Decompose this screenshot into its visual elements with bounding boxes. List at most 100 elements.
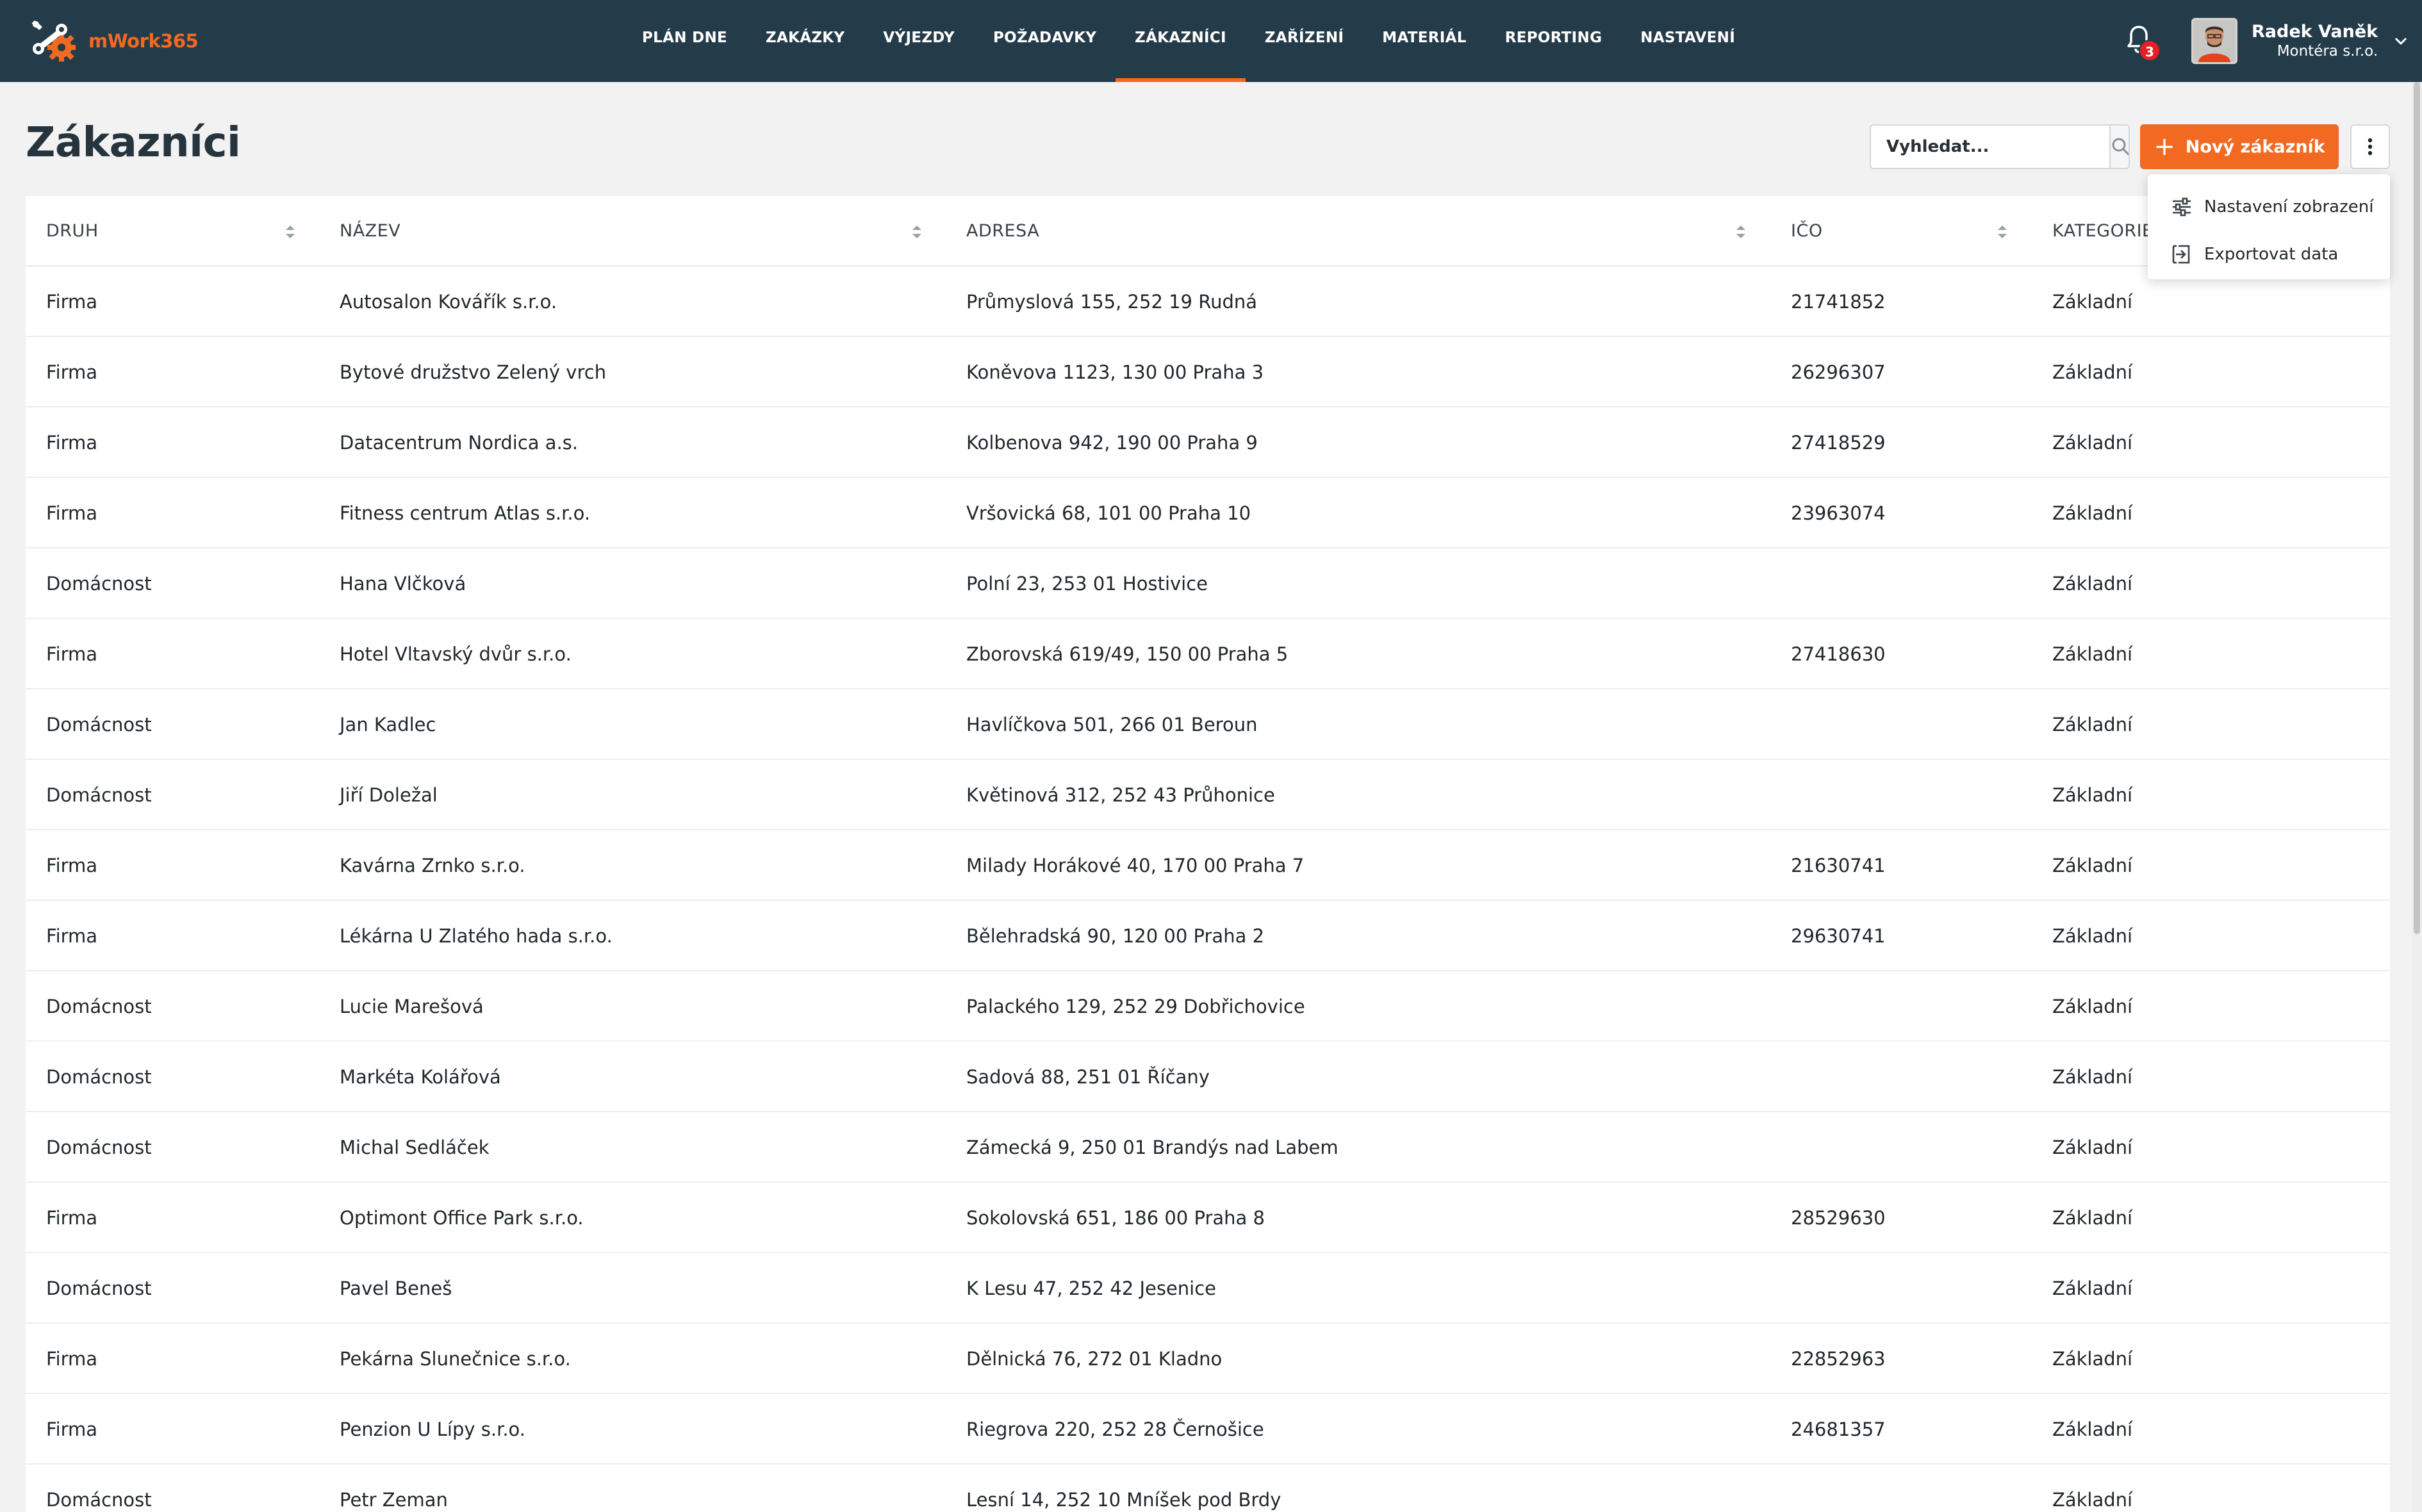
cell-nazev: Lékárna U Zlatého hada s.r.o. — [340, 925, 613, 947]
sort-icon[interactable] — [1734, 223, 1748, 241]
cell-adresa: Květinová 312, 252 43 Průhonice — [966, 784, 1275, 806]
table-row[interactable]: Domácnost Jan Kadlec Havlíčkova 501, 266 0… — [26, 689, 2390, 760]
cell-nazev: Penzion U Lípy s.r.o. — [340, 1418, 525, 1440]
table-row[interactable]: Firma Bytové družstvo Zelený vrch Koněvova… — [26, 337, 2390, 407]
cell-druh: Domácnost — [46, 1489, 152, 1511]
table-row[interactable]: Domácnost Petr Zeman Lesní 14, 252 10 Mníš… — [26, 1465, 2390, 1512]
cell-ico: 21630741 — [1791, 855, 1886, 876]
cell-kategorie: Základní — [2052, 643, 2133, 665]
cell-druh: Firma — [46, 502, 98, 524]
app-logo[interactable]: mWork365 — [31, 18, 199, 64]
customers-table: DRUH NÁZEV ADRESA IČO KATEGORIE Firma Aut… — [26, 196, 2390, 1512]
cell-adresa: Sadová 88, 251 01 Říčany — [966, 1066, 1210, 1088]
column-header-adresa[interactable]: ADRESA — [966, 196, 1039, 267]
cell-nazev: Petr Zeman — [340, 1489, 448, 1511]
table-row[interactable]: Domácnost Jiří Doležal Květinová 312, 252 … — [26, 760, 2390, 830]
app-name: mWork365 — [88, 30, 199, 52]
new-customer-button[interactable]: + Nový zákazník — [2140, 124, 2339, 169]
cell-kategorie: Základní — [2052, 784, 2133, 806]
table-row[interactable]: Firma Datacentrum Nordica a.s. Kolbenova 9… — [26, 407, 2390, 478]
table-row[interactable]: Firma Penzion U Lípy s.r.o. Riegrova 220, … — [26, 1394, 2390, 1465]
cell-nazev: Fitness centrum Atlas s.r.o. — [340, 502, 591, 524]
cell-ico: 27418630 — [1791, 643, 1886, 665]
menu-item-label: Nastavení zobrazení — [2204, 197, 2374, 217]
sort-icon[interactable] — [910, 223, 924, 241]
notification-count-badge: 3 — [2139, 40, 2161, 62]
more-options-button[interactable] — [2350, 124, 2390, 169]
cell-nazev: Pekárna Slunečnice s.r.o. — [340, 1348, 571, 1370]
cell-kategorie: Základní — [2052, 1489, 2133, 1511]
search-input[interactable] — [1871, 126, 2109, 168]
nav-plan-dne[interactable]: PLÁN DNE — [623, 0, 746, 82]
table-row[interactable]: Firma Fitness centrum Atlas s.r.o. Vršovic… — [26, 478, 2390, 548]
nav-zakaznici[interactable]: ZÁKAZNÍCI — [1116, 0, 1246, 82]
page-scrollbar[interactable] — [2412, 82, 2422, 1512]
table-row[interactable]: Domácnost Hana Vlčková Polní 23, 253 01 Ho… — [26, 548, 2390, 619]
cell-nazev: Kavárna Zrnko s.r.o. — [340, 855, 525, 876]
menu-item-export-data[interactable]: Exportovat data — [2148, 231, 2390, 278]
page-title: Zákazníci — [26, 119, 241, 167]
sort-icon[interactable] — [283, 223, 297, 241]
table-row[interactable]: Firma Kavárna Zrnko s.r.o. Milady Horákové… — [26, 830, 2390, 901]
sliders-icon — [2173, 197, 2191, 217]
table-row[interactable]: Domácnost Lucie Marešová Palackého 129, 25… — [26, 971, 2390, 1042]
nav-nastaveni[interactable]: NASTAVENÍ — [1621, 0, 1754, 82]
nav-vyjezdy[interactable]: VÝJEZDY — [864, 0, 974, 82]
cell-kategorie: Základní — [2052, 291, 2133, 313]
cell-adresa: Havlíčkova 501, 266 01 Beroun — [966, 714, 1258, 735]
column-header-ico[interactable]: IČO — [1791, 196, 1823, 267]
cell-kategorie: Základní — [2052, 573, 2133, 595]
nav-reporting[interactable]: REPORTING — [1486, 0, 1622, 82]
menu-item-label: Exportovat data — [2204, 245, 2339, 264]
nav-zarizeni[interactable]: ZAŘÍZENÍ — [1246, 0, 1363, 82]
cell-druh: Domácnost — [46, 1278, 152, 1299]
cell-adresa: Sokolovská 651, 186 00 Praha 8 — [966, 1207, 1265, 1229]
search-icon — [2112, 138, 2129, 156]
scrollbar-thumb[interactable] — [2414, 82, 2420, 934]
menu-item-display-settings[interactable]: Nastavení zobrazení — [2148, 183, 2390, 231]
table-row[interactable]: Domácnost Markéta Kolářová Sadová 88, 251 … — [26, 1042, 2390, 1112]
cell-druh: Firma — [46, 432, 98, 454]
cell-adresa: Palackého 129, 252 29 Dobřichovice — [966, 996, 1305, 1017]
table-row[interactable]: Firma Lékárna U Zlatého hada s.r.o. Bělehr… — [26, 901, 2390, 971]
table-row[interactable]: Firma Pekárna Slunečnice s.r.o. Dělnická 7… — [26, 1324, 2390, 1394]
notifications-button[interactable]: 3 — [2126, 24, 2161, 62]
cell-ico: 23963074 — [1791, 502, 1886, 524]
avatar — [2191, 18, 2237, 64]
user-company: Montéra s.r.o. — [2277, 43, 2378, 60]
cell-nazev: Michal Sedláček — [340, 1137, 490, 1158]
logo-icon — [32, 21, 76, 62]
cell-kategorie: Základní — [2052, 1207, 2133, 1229]
cell-kategorie: Základní — [2052, 432, 2133, 454]
nav-material[interactable]: MATERIÁL — [1363, 0, 1485, 82]
table-row[interactable]: Firma Optimont Office Park s.r.o. Sokolovs… — [26, 1183, 2390, 1253]
column-header-kategorie[interactable]: KATEGORIE — [2052, 196, 2154, 267]
cell-druh: Domácnost — [46, 714, 152, 735]
avatar-image-icon — [2193, 20, 2236, 62]
cell-druh: Firma — [46, 1207, 98, 1229]
search-button[interactable] — [2109, 126, 2129, 168]
nav-zakazky[interactable]: ZAKÁZKY — [746, 0, 864, 82]
cell-nazev: Autosalon Kovářík s.r.o. — [340, 291, 557, 313]
cell-adresa: Vršovická 68, 101 00 Praha 10 — [966, 502, 1251, 524]
cell-adresa: Zámecká 9, 250 01 Brandýs nad Labem — [966, 1137, 1339, 1158]
user-menu[interactable]: Radek Vaněk Montéra s.r.o. — [2191, 18, 2410, 64]
table-row[interactable]: Firma Hotel Vltavský dvůr s.r.o. Zborovská… — [26, 619, 2390, 689]
cell-druh: Domácnost — [46, 996, 152, 1017]
table-row[interactable]: Domácnost Pavel Beneš K Lesu 47, 252 42 Je… — [26, 1253, 2390, 1324]
cell-kategorie: Základní — [2052, 925, 2133, 947]
cell-ico: 21741852 — [1791, 291, 1886, 313]
column-header-druh[interactable]: DRUH — [46, 196, 99, 267]
sort-icon[interactable] — [1995, 223, 2009, 241]
cell-druh: Firma — [46, 361, 98, 383]
table-row[interactable]: Domácnost Michal Sedláček Zámecká 9, 250 0… — [26, 1112, 2390, 1183]
column-header-nazev[interactable]: NÁZEV — [340, 196, 400, 267]
cell-adresa: Dělnická 76, 272 01 Kladno — [966, 1348, 1223, 1370]
cell-kategorie: Základní — [2052, 855, 2133, 876]
cell-kategorie: Základní — [2052, 1137, 2133, 1158]
cell-druh: Firma — [46, 925, 98, 947]
cell-druh: Domácnost — [46, 573, 152, 595]
nav-pozadavky[interactable]: POŽADAVKY — [974, 0, 1116, 82]
table-row[interactable]: Firma Autosalon Kovářík s.r.o. Průmyslová … — [26, 267, 2390, 337]
table-header: DRUH NÁZEV ADRESA IČO KATEGORIE — [26, 196, 2390, 267]
